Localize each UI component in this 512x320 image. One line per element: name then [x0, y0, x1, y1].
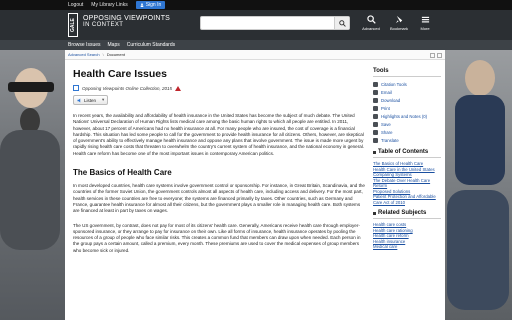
save-icon: [373, 121, 378, 127]
menu-icon: [421, 16, 429, 23]
tool-label: Email: [381, 89, 392, 95]
translate-icon: [373, 137, 378, 143]
background-figure: [447, 190, 509, 310]
toc-divider: [373, 157, 441, 158]
toc-item[interactable]: Patient Protection and Affordable Care A…: [373, 194, 441, 205]
share-icon: [373, 129, 378, 135]
bookmark-label: Bookmark: [389, 26, 408, 31]
background-figure: [0, 130, 60, 250]
tool-label: Save: [381, 121, 391, 127]
search-button[interactable]: [334, 17, 349, 29]
related-item[interactable]: Medical care: [373, 244, 441, 250]
tool-save[interactable]: Save: [373, 120, 441, 128]
tool-label: Download: [381, 97, 401, 103]
search-icon: [338, 19, 346, 27]
utility-bar: Logout My Library Links Sign In: [0, 0, 512, 10]
background-figure: [465, 60, 495, 96]
advanced-search-icon: [366, 15, 376, 24]
related-divider: [373, 218, 441, 219]
listen-label: Listen: [84, 97, 97, 103]
brand-line-2: IN CONTEXT: [83, 22, 124, 28]
email-icon: [373, 89, 378, 95]
page-controls: [430, 53, 442, 58]
tools-list: Citation Tools Email Download Print High…: [373, 80, 441, 144]
nav-maps[interactable]: Maps: [108, 42, 120, 48]
expand-icon[interactable]: [430, 53, 435, 58]
tool-download[interactable]: Download: [373, 96, 441, 104]
logout-link[interactable]: Logout: [68, 2, 83, 8]
bookmark-button[interactable]: Bookmark: [388, 15, 410, 31]
related-heading-row[interactable]: Related Subjects: [373, 210, 441, 216]
tool-highlights[interactable]: Highlights and Notes (0): [373, 112, 441, 120]
background-photo-right: [445, 50, 512, 320]
basics-paragraph-1: In most developed countries, health care…: [73, 183, 365, 214]
library-links-link[interactable]: My Library Links: [91, 2, 127, 8]
nav-browse-issues[interactable]: Browse Issues: [68, 42, 101, 48]
breadcrumb: Advanced Search \ Document: [65, 50, 445, 60]
background-figure: [455, 95, 505, 185]
tools-heading: Tools: [373, 68, 441, 77]
tool-citation[interactable]: Citation Tools: [373, 80, 441, 88]
article: Health Care Issues Opposing Viewpoints O…: [73, 64, 365, 320]
related-section: Related Subjects Health care costs Healt…: [373, 210, 441, 250]
print-icon: [373, 105, 378, 111]
citation-icon: [373, 81, 378, 87]
section-heading: The Basics of Health Care: [73, 168, 172, 178]
breadcrumb-separator: \: [102, 52, 104, 57]
user-icon: [140, 3, 144, 7]
app-header: GALE OPPOSING VIEWPOINTS IN CONTEXT Adva…: [0, 10, 512, 40]
article-source: Opposing Viewpoints Online Collection, 2…: [73, 85, 365, 91]
alert-triangle-icon[interactable]: [174, 85, 181, 91]
breadcrumb-document: Document: [106, 52, 125, 57]
sidebar: Tools Citation Tools Email Download Prin…: [373, 64, 441, 320]
toc-list: The Basics of Health Care Health Care in…: [373, 161, 441, 205]
sign-in-button[interactable]: Sign In: [135, 1, 166, 9]
source-text: Opposing Viewpoints Online Collection, 2…: [82, 85, 172, 91]
tool-label: Highlights and Notes (0): [381, 113, 428, 119]
collapse-icon[interactable]: [437, 53, 442, 58]
main-nav: Browse Issues Maps Curriculum Standards: [0, 40, 512, 50]
related-heading: Related Subjects: [378, 210, 427, 216]
tool-label: Share: [381, 129, 393, 135]
basics-paragraph-2: The US government, by contrast, does not…: [73, 222, 361, 253]
background-photo-left: [0, 50, 65, 320]
more-menu-button[interactable]: More: [414, 15, 436, 31]
tool-share[interactable]: Share: [373, 128, 441, 136]
gale-logo[interactable]: GALE: [68, 13, 78, 37]
collapse-square-icon: [373, 150, 376, 154]
toc-item[interactable]: The Debate Over Health Care Reform: [373, 178, 441, 189]
tool-label: Translate: [381, 137, 399, 143]
toc-section: Table of Contents The Basics of Health C…: [373, 149, 441, 205]
brand-line-1: OPPOSING VIEWPOINTS: [83, 15, 171, 22]
toc-heading: Table of Contents: [378, 149, 429, 155]
nav-curriculum-standards[interactable]: Curriculum Standards: [127, 42, 175, 48]
listen-button[interactable]: Listen ▾: [73, 95, 109, 105]
breadcrumb-advanced-search[interactable]: Advanced Search: [68, 52, 100, 57]
tool-label: Citation Tools: [381, 81, 407, 87]
more-label: More: [420, 26, 430, 31]
bookmark-icon: [395, 15, 402, 24]
sign-in-label: Sign In: [145, 2, 162, 8]
download-icon: [373, 97, 378, 103]
tool-email[interactable]: Email: [373, 88, 441, 96]
toc-heading-row[interactable]: Table of Contents: [373, 149, 441, 155]
advanced-label: Advanced: [362, 26, 380, 31]
document-page: Advanced Search \ Document Health Care I…: [65, 50, 445, 320]
chevron-down-icon: ▾: [102, 97, 105, 102]
related-list: Health care costs Health care rationing …: [373, 222, 441, 250]
tool-translate[interactable]: Translate: [373, 136, 441, 144]
collapse-square-icon: [373, 211, 376, 215]
background-figure: [8, 82, 54, 92]
search-input[interactable]: [200, 16, 350, 30]
speaker-icon: [77, 98, 81, 102]
product-brand[interactable]: OPPOSING VIEWPOINTS IN CONTEXT: [83, 15, 170, 29]
advanced-search-button[interactable]: Advanced: [360, 15, 382, 31]
tool-print[interactable]: Print: [373, 104, 441, 112]
tool-label: Print: [381, 105, 390, 111]
highlight-icon: [373, 113, 378, 119]
intro-paragraph: In recent years, the availability and af…: [73, 113, 365, 156]
document-icon: [73, 85, 79, 91]
article-title: Health Care Issues: [73, 68, 167, 80]
